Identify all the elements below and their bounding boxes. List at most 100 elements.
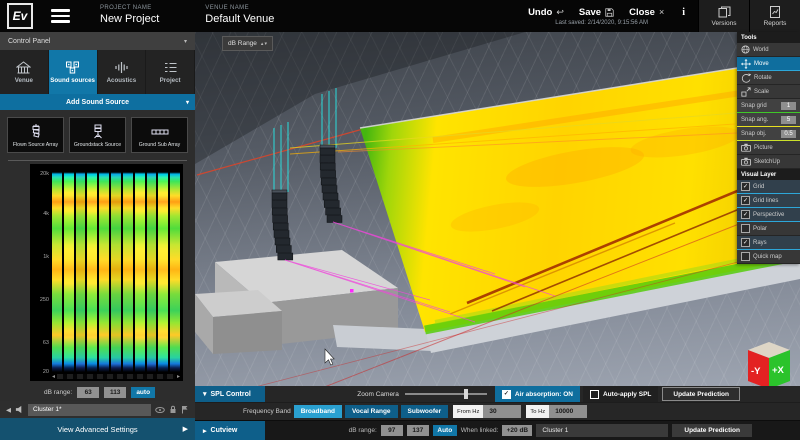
- tool-move[interactable]: Move: [737, 57, 800, 71]
- control-panel-header[interactable]: Control Panel ▾: [0, 32, 195, 50]
- band-subwoofer-button[interactable]: Subwoofer: [401, 405, 449, 418]
- checkbox-checked-icon: ✓: [741, 210, 750, 219]
- axis-gizmo[interactable]: -Y +X: [748, 342, 790, 389]
- db-auto-button[interactable]: auto: [131, 387, 155, 398]
- visual-layer-title: Visual Layer: [737, 169, 800, 180]
- scrollbar-track[interactable]: [57, 374, 175, 379]
- ev-logo-text: Ev: [13, 9, 28, 23]
- spectrogram-bar: [147, 167, 157, 372]
- slider-handle[interactable]: [464, 389, 468, 399]
- tab-acoustics[interactable]: Acoustics: [98, 50, 147, 94]
- db-min-field[interactable]: 63: [77, 387, 99, 398]
- snap-object-setting[interactable]: Snap obj.0.5: [737, 127, 800, 141]
- scroll-left-icon[interactable]: ◂: [52, 373, 55, 380]
- panel-db-range-row: dB range: 63 113 auto: [0, 383, 195, 401]
- spectrogram-frequency-axis: 20k4k1k2506320: [30, 167, 52, 381]
- cut-db-min-field[interactable]: 97: [381, 425, 403, 436]
- layer-quick-map-toggle[interactable]: Quick map: [737, 250, 800, 264]
- update-prediction-button[interactable]: Update Prediction: [662, 387, 740, 401]
- snap-grid-field[interactable]: 1: [781, 102, 796, 110]
- caret-down-icon: ▾: [264, 41, 267, 47]
- tab-venue[interactable]: Venue: [0, 50, 49, 94]
- to-hz-field[interactable]: 10000: [549, 405, 587, 418]
- source-flown-array-button[interactable]: Flown Source Array: [7, 117, 64, 153]
- tools-title: Tools: [737, 32, 800, 43]
- snap-object-field[interactable]: 0.5: [781, 130, 796, 138]
- auto-apply-spl-toggle[interactable]: Auto-apply SPL: [583, 386, 658, 402]
- scroll-right-icon[interactable]: ▸: [177, 373, 180, 380]
- move-icon: [741, 59, 751, 69]
- chevron-right-icon: ▶: [183, 425, 188, 433]
- air-absorption-toggle[interactable]: ✓ Air absorption: ON: [495, 386, 580, 402]
- snap-grid-setting[interactable]: Snap grid1: [737, 99, 800, 113]
- cutview-cluster-select[interactable]: Cluster 1: [536, 424, 668, 437]
- visibility-icon[interactable]: [155, 406, 165, 414]
- layer-polar-toggle[interactable]: Polar: [737, 222, 800, 236]
- line-array-right[interactable]: [320, 145, 342, 223]
- flown-array-icon: [27, 124, 45, 139]
- frequency-tick-label: 4k: [43, 211, 49, 217]
- line-array-left[interactable]: [272, 190, 293, 260]
- ev-logo[interactable]: Ev: [7, 3, 33, 29]
- cut-db-max-field[interactable]: 137: [407, 425, 429, 436]
- db-max-field[interactable]: 113: [104, 387, 126, 398]
- spl-control-tab[interactable]: ▾ SPL Control: [195, 386, 265, 402]
- sound-sources-icon: [65, 61, 80, 74]
- band-vocal-range-button[interactable]: Vocal Range: [345, 405, 398, 418]
- viewport-3d[interactable]: -Y +X ▾ SPL Control Zoom Camera ✓ Air ab…: [195, 32, 800, 440]
- when-linked-field[interactable]: +20 dB: [502, 425, 532, 436]
- chevron-down-icon: ▾: [184, 38, 187, 45]
- spectrogram-bar: [135, 167, 145, 372]
- info-button[interactable]: i: [679, 7, 688, 18]
- source-groundstack-button[interactable]: Groundstack Source: [69, 117, 126, 153]
- spectrogram-bars: [52, 167, 180, 372]
- add-sound-source-header[interactable]: Add Sound Source ▾: [0, 94, 195, 110]
- cutview-update-prediction-button[interactable]: Update Prediction: [672, 424, 752, 437]
- spectrogram-bar: [64, 167, 74, 372]
- hamburger-menu-icon[interactable]: [51, 9, 70, 23]
- layer-grid-lines-toggle[interactable]: ✓Grid lines: [737, 194, 800, 208]
- zoom-camera-slider[interactable]: [405, 393, 487, 395]
- flag-icon[interactable]: [181, 405, 189, 414]
- spectrogram-scrollbar[interactable]: ◂ ▸: [52, 372, 180, 381]
- save-button[interactable]: Save: [579, 7, 614, 18]
- frequency-band-label: Frequency Band: [243, 408, 291, 415]
- ground-sub-array-icon: [151, 124, 169, 139]
- cut-db-range-label: dB range:: [349, 427, 377, 434]
- tool-rotate[interactable]: Rotate: [737, 71, 800, 85]
- lock-icon[interactable]: [169, 405, 177, 414]
- save-icon: [605, 8, 614, 17]
- listener-point[interactable]: [350, 289, 354, 293]
- tab-sound-sources[interactable]: Sound sources: [49, 50, 98, 94]
- band-broadband-button[interactable]: Broadband: [294, 405, 342, 418]
- cutview-tab[interactable]: ▸ Cutview: [195, 421, 265, 440]
- divider: [8, 160, 187, 161]
- frequency-tick-label: 20k: [40, 171, 49, 177]
- layer-rays-toggle[interactable]: ✓Rays: [737, 236, 800, 250]
- cluster-select[interactable]: Cluster 1*: [28, 404, 151, 416]
- view-advanced-settings-button[interactable]: View Advanced Settings ▶: [0, 418, 195, 440]
- tool-sketchup[interactable]: SketchUp: [737, 155, 800, 169]
- undo-button[interactable]: Undo↩: [528, 7, 564, 18]
- versions-button[interactable]: Versions: [698, 0, 749, 32]
- control-panel: Control Panel ▾ Venue Sound sources Acou…: [0, 32, 195, 440]
- cut-auto-button[interactable]: Auto: [433, 425, 457, 436]
- project-name-group: PROJECT NAME New Project: [100, 5, 159, 26]
- tool-picture[interactable]: Picture: [737, 141, 800, 155]
- close-button[interactable]: Close×: [629, 7, 664, 18]
- project-name-value[interactable]: New Project: [100, 13, 159, 27]
- reports-button[interactable]: Reports: [749, 0, 800, 32]
- source-ground-sub-array-button[interactable]: Ground Sub Array: [131, 117, 188, 153]
- prev-cluster-icon[interactable]: ◀: [6, 406, 11, 414]
- db-range-chip[interactable]: dB Range ▴▾: [222, 36, 273, 51]
- venue-name-value[interactable]: Default Venue: [205, 13, 274, 27]
- bottom-control-stack: ▾ SPL Control Zoom Camera ✓ Air absorpti…: [195, 386, 800, 440]
- snap-angle-setting[interactable]: Snap ang.5: [737, 113, 800, 127]
- layer-grid-toggle[interactable]: ✓Grid: [737, 180, 800, 194]
- tool-scale[interactable]: Scale: [737, 85, 800, 99]
- tool-world[interactable]: World: [737, 43, 800, 57]
- from-hz-field[interactable]: 30: [483, 405, 521, 418]
- tab-project[interactable]: Project: [146, 50, 195, 94]
- snap-angle-field[interactable]: 5: [781, 116, 796, 124]
- layer-perspective-toggle[interactable]: ✓Perspective: [737, 208, 800, 222]
